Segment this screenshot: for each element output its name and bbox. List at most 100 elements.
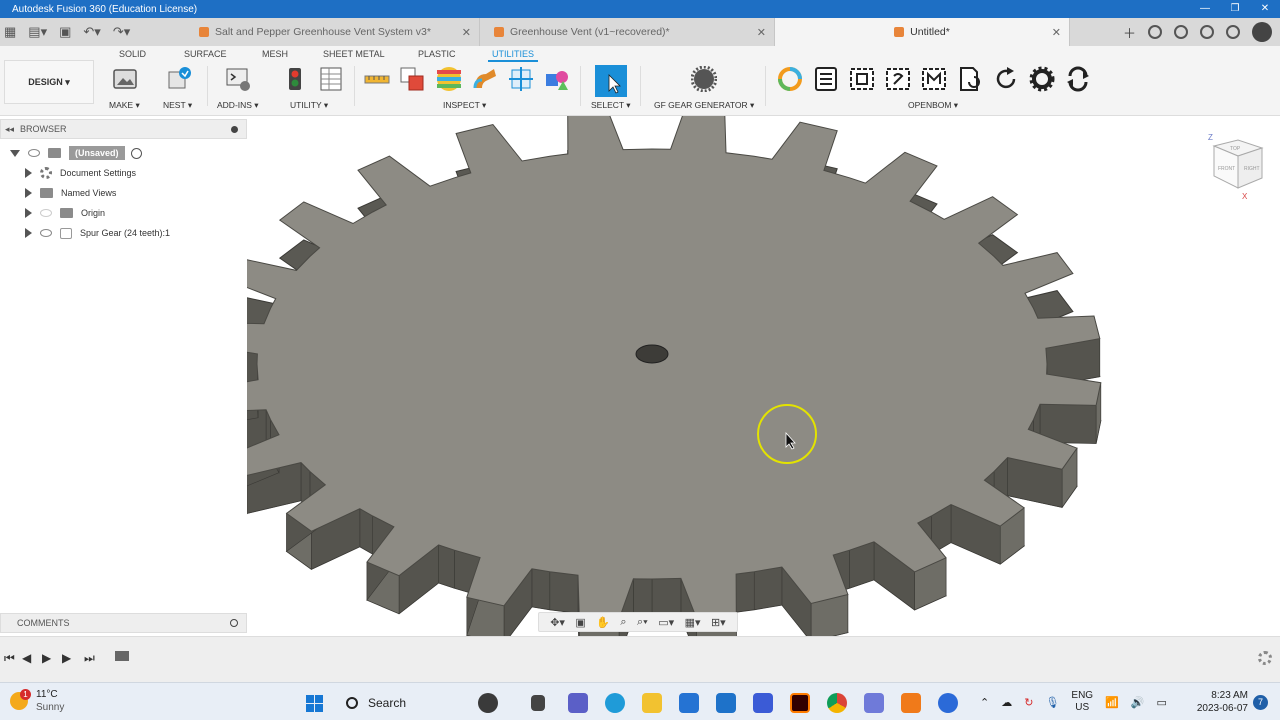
tab-solid[interactable]: SOLID xyxy=(119,49,146,59)
close-tab-icon[interactable]: ✕ xyxy=(1052,26,1061,39)
openbom-group-label[interactable]: OPENBOM ▾ xyxy=(908,100,958,111)
parameters-table-icon[interactable] xyxy=(318,66,344,92)
nest-icon[interactable] xyxy=(166,66,192,92)
doc-tab-salt-pepper[interactable]: Salt and Pepper Greenhouse Vent System v… xyxy=(185,18,480,46)
comments-panel-header[interactable]: COMMENTS xyxy=(0,613,247,633)
task-view-icon[interactable] xyxy=(531,695,545,711)
utility-group-label[interactable]: UTILITY ▾ xyxy=(290,100,328,111)
expand-arrow-icon[interactable] xyxy=(10,149,20,157)
gear-generator-icon[interactable] xyxy=(691,66,717,92)
make-group-label[interactable]: MAKE ▾ xyxy=(109,100,140,111)
face-front-label[interactable]: FRONT xyxy=(1218,166,1235,172)
file-menu-icon[interactable]: ▤▾ xyxy=(28,24,47,40)
mapping-icon[interactable] xyxy=(921,66,947,92)
inspect-group-label[interactable]: INSPECT ▾ xyxy=(443,100,486,111)
collapse-panel-icon[interactable]: ◂◂ xyxy=(5,124,14,135)
visibility-eye-icon[interactable] xyxy=(40,229,52,237)
display-component-colors-icon[interactable] xyxy=(544,66,570,92)
gear-generator-group-label[interactable]: GF GEAR GENERATOR ▾ xyxy=(654,100,754,111)
tray-overflow-icon[interactable]: ⌃ xyxy=(980,696,989,709)
tab-surface[interactable]: SURFACE xyxy=(184,49,227,59)
activate-radio-icon[interactable] xyxy=(130,147,142,159)
browser-root-node[interactable]: (Unsaved) xyxy=(10,145,142,161)
viewcube[interactable]: Z TOP FRONT RIGHT X xyxy=(1208,132,1264,200)
draft-analysis-icon[interactable] xyxy=(472,66,498,92)
tab-sheet-metal[interactable]: SHEET METAL xyxy=(323,49,385,59)
display-settings-icon[interactable]: ▭▾ xyxy=(658,616,674,629)
input-language[interactable]: ENG US xyxy=(1071,690,1093,714)
redo-icon[interactable]: ↷▾ xyxy=(113,24,130,40)
expand-arrow-icon[interactable] xyxy=(25,208,32,218)
mail-icon[interactable] xyxy=(716,693,736,713)
spur-gear-model[interactable] xyxy=(247,116,1280,636)
notifications-icon[interactable] xyxy=(1200,25,1214,39)
pan-hand-icon[interactable]: ✋ xyxy=(596,616,610,629)
measure-icon[interactable] xyxy=(364,66,390,92)
visibility-eye-icon[interactable] xyxy=(28,149,40,157)
undo-icon[interactable]: ↶▾ xyxy=(83,24,100,40)
face-top-label[interactable]: TOP xyxy=(1230,146,1241,152)
whiteboard-icon[interactable] xyxy=(753,693,773,713)
microsoft-store-icon[interactable] xyxy=(679,693,699,713)
start-menu-icon[interactable] xyxy=(306,695,323,712)
save-icon[interactable]: ▣ xyxy=(59,24,71,40)
section-analysis-icon[interactable] xyxy=(508,66,534,92)
new-tab-icon[interactable]: ＋ xyxy=(1123,23,1136,42)
doc-tab-greenhouse-vent[interactable]: Greenhouse Vent (v1~recovered)* ✕ xyxy=(480,18,775,46)
generic-app-icon[interactable] xyxy=(864,693,884,713)
file-explorer-icon[interactable] xyxy=(642,693,662,713)
wifi-icon[interactable]: 📶 xyxy=(1105,696,1119,709)
openbom-logo-icon[interactable] xyxy=(777,66,803,92)
traffic-light-icon[interactable] xyxy=(282,66,308,92)
timeline-settings-icon[interactable] xyxy=(1258,651,1272,665)
gear-bore-hole[interactable] xyxy=(635,344,669,364)
addins-group-label[interactable]: ADD-INS ▾ xyxy=(217,100,259,111)
illustrator-icon[interactable] xyxy=(790,693,810,713)
online-status-icon[interactable] xyxy=(1148,25,1162,39)
property-map-icon[interactable] xyxy=(849,66,875,92)
teams-chat-icon[interactable] xyxy=(568,693,588,713)
expand-arrow-icon[interactable] xyxy=(25,228,32,238)
interference-icon[interactable] xyxy=(399,66,425,92)
volume-icon[interactable]: 🔊 xyxy=(1131,696,1145,709)
play-icon[interactable]: ▶ xyxy=(42,651,51,665)
tab-utilities[interactable]: UTILITIES xyxy=(487,49,539,62)
step-forward-icon[interactable]: ▶ xyxy=(62,651,71,665)
visibility-eye-icon[interactable] xyxy=(40,209,52,217)
sync-arrows-icon[interactable] xyxy=(1065,66,1091,92)
bom-list-icon[interactable] xyxy=(813,66,839,92)
edge-browser-icon[interactable] xyxy=(605,693,625,713)
zoom-icon[interactable]: ⌕ xyxy=(620,616,626,629)
update-document-icon[interactable] xyxy=(957,66,983,92)
select-cursor-icon[interactable] xyxy=(595,65,627,97)
grid-settings-icon[interactable]: ▦▾ xyxy=(685,616,701,629)
refresh-icon[interactable] xyxy=(993,66,1019,92)
clock[interactable]: 8:23 AM 2023-06-07 xyxy=(1180,689,1248,715)
expand-arrow-icon[interactable] xyxy=(25,168,32,178)
go-to-end-icon[interactable]: ⏭ xyxy=(84,651,95,666)
minimize-button[interactable]: — xyxy=(1190,0,1220,18)
taskbar-search[interactable]: Search xyxy=(336,690,456,716)
face-right-label[interactable]: RIGHT xyxy=(1244,166,1260,172)
onedrive-cloud-icon[interactable]: ☁ xyxy=(1001,696,1012,709)
avatar[interactable] xyxy=(1252,22,1272,42)
step-back-icon[interactable]: ◀ xyxy=(22,651,31,665)
pen-app-icon[interactable] xyxy=(478,693,498,713)
go-to-start-icon[interactable]: ⏮ xyxy=(4,651,15,666)
expand-arrow-icon[interactable] xyxy=(25,188,32,198)
browser-item-origin[interactable]: Origin xyxy=(25,205,105,221)
notification-badge[interactable]: 7 xyxy=(1253,695,1268,710)
select-group-label[interactable]: SELECT ▾ xyxy=(591,100,631,111)
scripts-addins-icon[interactable] xyxy=(225,66,251,92)
browser-panel-header[interactable]: ◂◂ BROWSER xyxy=(0,119,247,139)
close-button[interactable]: ✕ xyxy=(1250,0,1280,18)
fusion-360-icon[interactable] xyxy=(901,693,921,713)
fit-zoom-icon[interactable]: ⌕▾ xyxy=(637,616,648,629)
browser-item-spur-gear[interactable]: Spur Gear (24 teeth):1 xyxy=(25,225,170,241)
grid-menu-icon[interactable]: ▦ xyxy=(4,24,16,40)
tab-plastic[interactable]: PLASTIC xyxy=(418,49,456,59)
browser-item-named-views[interactable]: Named Views xyxy=(25,185,116,201)
panel-pin-icon[interactable] xyxy=(231,126,238,133)
sync-bom-icon[interactable] xyxy=(885,66,911,92)
weather-widget[interactable]: 1 11°C Sunny xyxy=(10,688,64,714)
